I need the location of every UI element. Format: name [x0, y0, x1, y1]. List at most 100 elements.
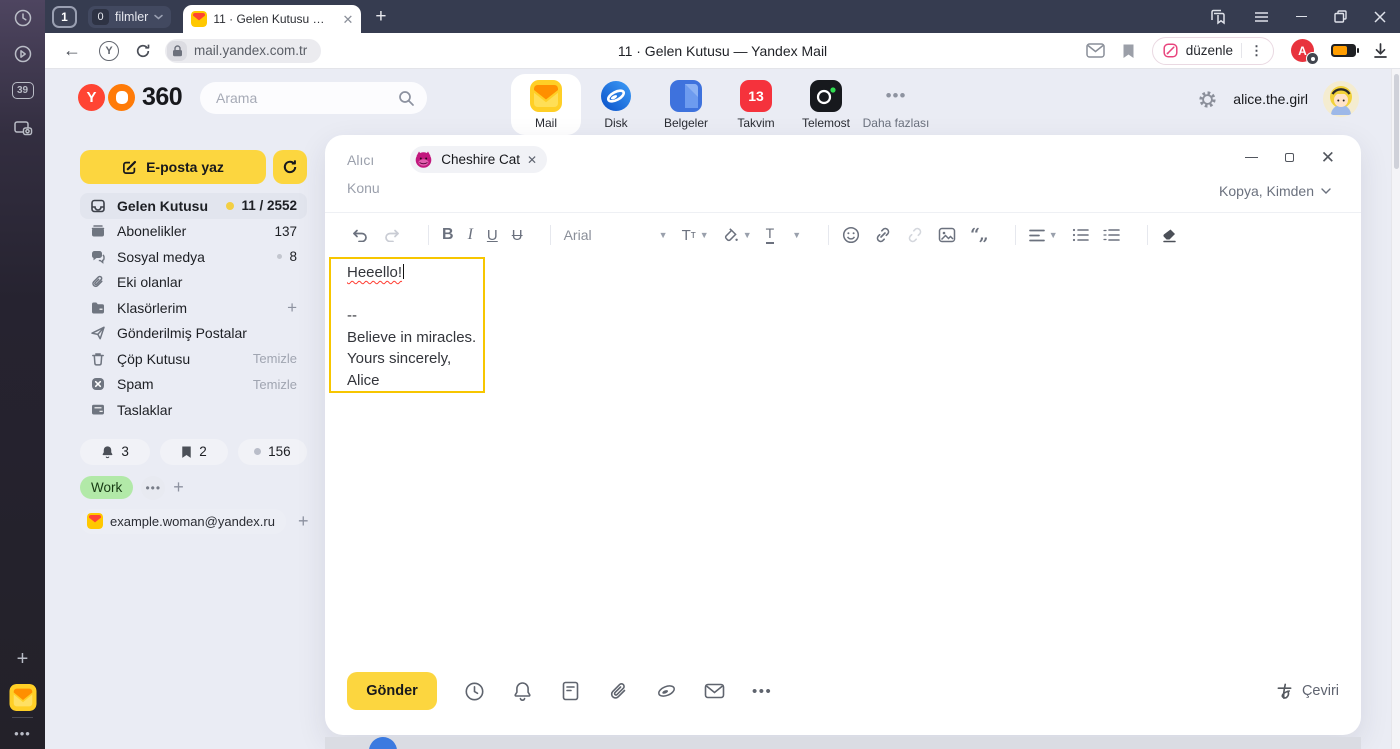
- reload-icon[interactable]: [135, 43, 151, 59]
- battery-saver-icon[interactable]: [1331, 44, 1356, 57]
- service-telemost[interactable]: Telemost: [791, 74, 861, 135]
- blockquote-button[interactable]: “„: [970, 225, 988, 245]
- message-body[interactable]: Heeello! -- Believe in miracles. Yours s…: [347, 262, 476, 391]
- remove-recipient-icon[interactable]: ✕: [527, 153, 537, 167]
- remove-link-button[interactable]: [906, 226, 924, 244]
- folder-trash[interactable]: Çöp Kutusu Temizle: [80, 346, 307, 372]
- rail-add-icon[interactable]: +: [17, 648, 29, 671]
- redo-icon[interactable]: [383, 228, 401, 242]
- tab-close-icon[interactable]: ✕: [342, 13, 353, 26]
- font-family-select[interactable]: Arial ▼: [564, 227, 668, 243]
- folder-attachments[interactable]: Eki olanlar: [80, 270, 307, 296]
- folder-my-folders[interactable]: Klasörlerim +: [80, 295, 307, 321]
- align-button[interactable]: ▼: [1029, 229, 1058, 242]
- clear-spam-button[interactable]: Temizle: [253, 377, 297, 392]
- downloads-icon[interactable]: [1373, 43, 1388, 59]
- account-pill[interactable]: example.woman@yandex.ru: [80, 509, 286, 534]
- search-icon[interactable]: [398, 90, 415, 107]
- compose-expand-icon[interactable]: [1285, 153, 1294, 162]
- refresh-button[interactable]: [273, 150, 307, 184]
- folder-inbox[interactable]: Gelen Kutusu 11 / 2552: [80, 193, 307, 219]
- scrollbar-thumb[interactable]: [1394, 74, 1399, 169]
- service-takvim[interactable]: 13 Takvim: [721, 74, 791, 135]
- play-sessions-icon[interactable]: [13, 44, 33, 64]
- strikethrough-button[interactable]: U: [512, 227, 523, 244]
- folder-spam[interactable]: Spam Temizle: [80, 372, 307, 398]
- more-actions-icon[interactable]: •••: [752, 683, 772, 700]
- emoji-button[interactable]: [842, 226, 860, 244]
- edit-button[interactable]: düzenle ⋮: [1152, 37, 1274, 65]
- history-icon[interactable]: [13, 8, 33, 28]
- side-panel-icon[interactable]: [1209, 9, 1227, 25]
- scrollbar[interactable]: [1391, 69, 1400, 749]
- tabs-count-badge[interactable]: 39: [12, 82, 34, 99]
- envelope-icon[interactable]: [704, 681, 725, 702]
- compose-minimize-icon[interactable]: [1245, 157, 1258, 159]
- lock-icon[interactable]: [167, 41, 187, 61]
- service-belgeler[interactable]: Belgeler: [651, 74, 721, 135]
- bookmark-icon[interactable]: [1122, 43, 1135, 59]
- search-bar[interactable]: [200, 82, 427, 114]
- folder-subscriptions[interactable]: Abonelikler 137: [80, 219, 307, 245]
- attach-from-disk-icon[interactable]: [656, 681, 677, 702]
- mail-notifier-icon[interactable]: [1086, 43, 1105, 58]
- highlight-color-button[interactable]: ▼: [723, 227, 752, 243]
- user-avatar[interactable]: [1323, 81, 1359, 117]
- service-mail[interactable]: Mail: [511, 74, 581, 135]
- tab-group-badge[interactable]: 1: [52, 6, 77, 28]
- search-input[interactable]: [216, 90, 398, 106]
- service-disk[interactable]: Disk: [581, 74, 651, 135]
- compose-close-icon[interactable]: ✕: [1321, 149, 1335, 166]
- add-account-button[interactable]: +: [298, 511, 309, 532]
- recipient-chip[interactable]: Cheshire Cat ✕: [410, 146, 547, 173]
- folder-social[interactable]: Sosyal medya 8: [80, 244, 307, 270]
- window-restore-icon[interactable]: [1334, 10, 1347, 23]
- new-tab-button[interactable]: +: [375, 6, 386, 28]
- window-close-icon[interactable]: [1374, 11, 1386, 23]
- add-label-button[interactable]: +: [173, 477, 184, 498]
- folder-sent[interactable]: Gönderilmiş Postalar: [80, 321, 307, 347]
- username[interactable]: alice.the.girl: [1233, 91, 1308, 107]
- back-icon[interactable]: ←: [63, 40, 81, 61]
- italic-button[interactable]: I: [468, 226, 473, 244]
- folder-drafts[interactable]: Taslaklar: [80, 397, 307, 423]
- compose-button[interactable]: E-posta yaz: [80, 150, 266, 184]
- send-later-icon[interactable]: [464, 681, 485, 702]
- collapsed-tab-group[interactable]: 0 filmler: [88, 6, 171, 28]
- translate-button[interactable]: Çeviri: [1275, 682, 1339, 701]
- rail-more-icon[interactable]: •••: [14, 726, 31, 741]
- active-tab[interactable]: 11 · Gelen Kutusu — Yan ✕: [183, 5, 361, 33]
- kebab-menu-icon[interactable]: ⋮: [1250, 43, 1263, 59]
- subject-input[interactable]: [347, 180, 1201, 196]
- menu-icon[interactable]: [1254, 11, 1269, 23]
- cc-from-toggle[interactable]: Kopya, Kimden: [1219, 183, 1331, 199]
- yandex-360-logo[interactable]: Y 360: [78, 83, 182, 112]
- screenshot-icon[interactable]: [13, 118, 33, 138]
- reminders-pill[interactable]: 3: [80, 439, 150, 465]
- label-more-icon[interactable]: •••: [141, 476, 165, 500]
- undo-icon[interactable]: [351, 228, 369, 242]
- reminder-icon[interactable]: [512, 681, 533, 702]
- font-size-select[interactable]: Tт▼: [682, 227, 709, 244]
- send-button[interactable]: Gönder: [347, 672, 437, 710]
- attach-file-icon[interactable]: [608, 681, 629, 702]
- insert-image-button[interactable]: [938, 227, 956, 243]
- underline-button[interactable]: U: [487, 227, 498, 244]
- bold-button[interactable]: B: [442, 226, 454, 244]
- clear-trash-button[interactable]: Temizle: [253, 351, 297, 366]
- bullet-list-button[interactable]: [1072, 228, 1089, 242]
- service-more[interactable]: ••• Daha fazlası: [861, 74, 931, 135]
- unread-pill[interactable]: 156: [238, 439, 307, 465]
- insert-link-button[interactable]: [874, 226, 892, 244]
- numbered-list-button[interactable]: [1103, 228, 1120, 242]
- window-minimize-icon[interactable]: [1296, 16, 1307, 18]
- yandex-mail-app-icon[interactable]: [9, 684, 36, 711]
- clear-formatting-button[interactable]: [1161, 227, 1178, 243]
- add-folder-button[interactable]: +: [287, 298, 297, 318]
- label-work[interactable]: Work: [80, 476, 133, 499]
- yandex-browser-icon[interactable]: Y: [99, 41, 119, 61]
- pinned-pill[interactable]: 2: [160, 439, 227, 465]
- settings-gear-icon[interactable]: [1197, 89, 1218, 110]
- extension-avatar[interactable]: A: [1291, 39, 1314, 62]
- url-bar[interactable]: mail.yandex.com.tr: [165, 39, 321, 63]
